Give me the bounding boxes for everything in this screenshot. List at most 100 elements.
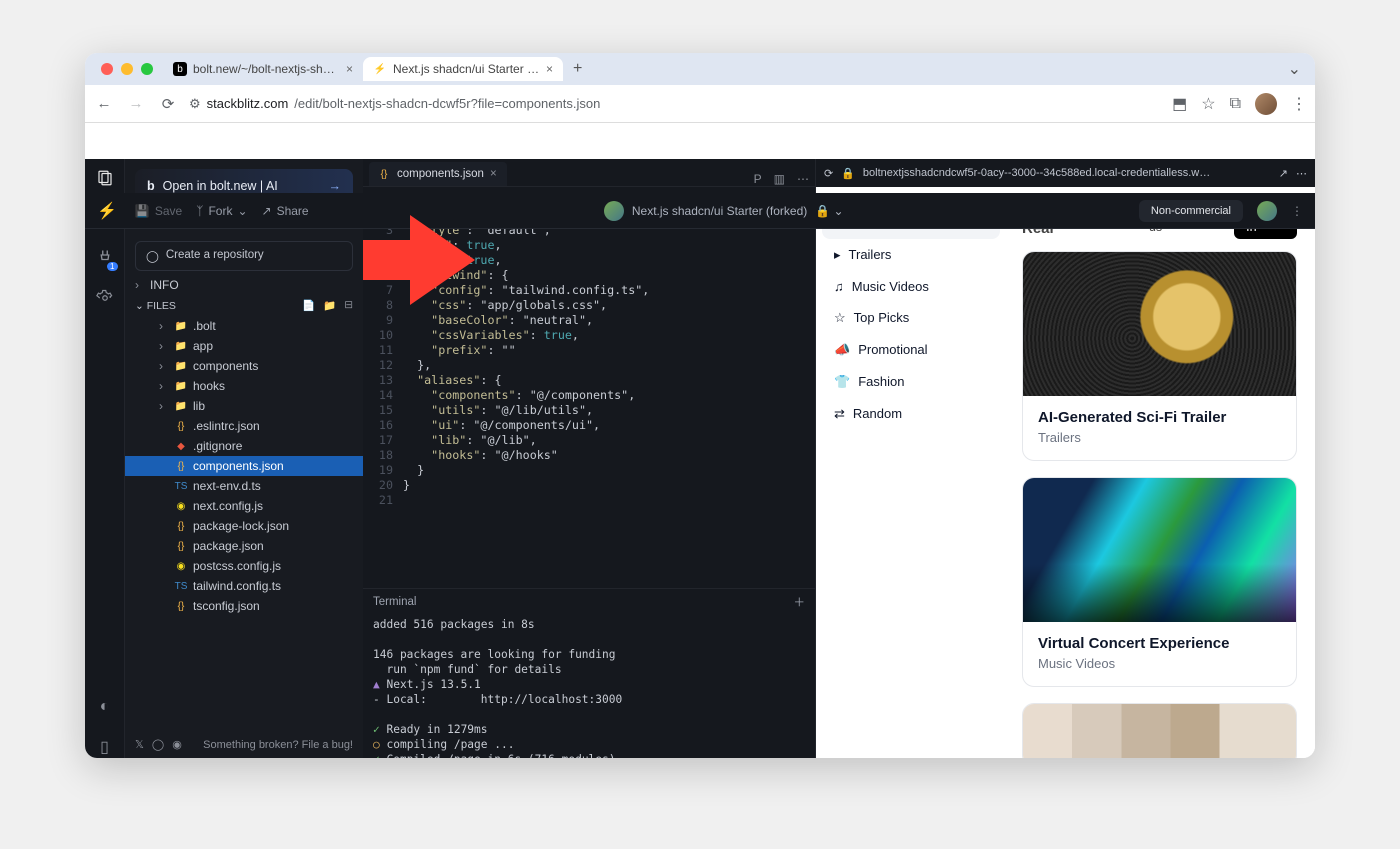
info-section-toggle[interactable]: ›INFO [125,275,363,295]
fork-button[interactable]: ᛉ Fork ⌄ [196,204,247,218]
pv-nav-music-videos[interactable]: ♫Music Videos [822,271,1000,302]
file-next-config-js[interactable]: ◉ next.config.js [125,496,363,516]
js-file-icon: ◉ [174,499,188,513]
preview-addressbar: ⟳ 🔒 boltnextjsshadcndcwf5r-0acy--3000--3… [816,159,1315,187]
file-label: components.json [193,459,284,473]
editor-more-icon[interactable]: ⋯ [791,172,815,186]
save-button[interactable]: 💾 Save [135,204,182,218]
close-editor-tab-icon[interactable]: × [490,168,497,180]
close-tab-icon[interactable]: × [546,62,553,76]
close-window-icon[interactable] [101,63,113,75]
tab-label: Next.js shadcn/ui Starter (for [393,62,540,76]
create-repo-button[interactable]: ◯ Create a repository [135,241,353,271]
github-icon[interactable]: ◯ [152,738,164,751]
explorer-activity-icon[interactable] [94,167,116,189]
url-path: /edit/bolt-nextjs-shadcn-dcwf5r?file=com… [294,96,600,111]
share-button[interactable]: ↗ Share [262,204,309,218]
file-label: next-env.d.ts [193,479,261,493]
folder-lib[interactable]: ›📁lib [125,396,363,416]
card-title: Virtual Concert Experience [1038,635,1281,652]
visibility-lock-icon[interactable]: 🔒 ⌄ [815,204,843,218]
terminal-title[interactable]: Terminal [373,596,416,608]
pv-nav-trailers[interactable]: ▸Trailers [822,239,1000,271]
video-card[interactable]: AI-Generated Sci-Fi TrailerTrailers [1022,251,1297,461]
new-folder-icon[interactable]: 📁 [323,299,336,312]
address-bar[interactable]: ⚙ stackblitz.com/edit/bolt-nextjs-shadcn… [189,96,1162,112]
pv-nav-random[interactable]: ⇄Random [822,398,1000,430]
nav-item-icon: ▸ [834,247,841,263]
card-category: Trailers [1038,430,1281,445]
explorer-panel: bOpen in bolt.new | AI → PROJECT ☁ ◯ Cre… [125,159,363,758]
collapse-all-icon[interactable]: ⊟ [344,299,353,312]
pv-nav-fashion[interactable]: 👕Fashion [822,366,1000,398]
file-tailwind-config-ts[interactable]: TStailwind.config.ts [125,576,363,596]
theme-toggle-icon[interactable]: ◐ [94,696,116,718]
code-editor[interactable]: 123456789101112131415161718192021 { "$sc… [363,187,815,588]
extensions-icon[interactable]: ⧉ [1230,95,1241,113]
profile-avatar[interactable] [1255,93,1277,115]
pv-nav-top-picks[interactable]: ☆Top Picks [822,302,1000,334]
new-terminal-icon[interactable]: ＋ [794,594,806,610]
browser-tab-stackblitz[interactable]: ⚡ Next.js shadcn/ui Starter (for × [363,57,563,81]
preview-more-icon[interactable]: ⋯ [1296,167,1307,180]
discord-icon[interactable]: ◉ [172,738,182,751]
files-section-header[interactable]: ⌄ FILES 📄 📁 ⊟ [125,295,363,316]
twitter-icon[interactable]: 𝕏 [135,738,144,751]
owner-avatar[interactable] [604,201,624,221]
url-host: stackblitz.com [207,96,289,111]
ts-file-icon: TS [174,479,188,493]
activity-bar: 1 ◐ ▯ [85,159,125,758]
reload-button[interactable]: ⟳ [157,95,179,113]
project-name[interactable]: Next.js shadcn/ui Starter (forked) [632,204,807,218]
maximize-window-icon[interactable] [141,63,153,75]
folder-.bolt[interactable]: ›📁.bolt [125,316,363,336]
tabs-overflow-icon[interactable]: ⌄ [1280,59,1309,79]
split-editor-icon[interactable]: ▥ [768,172,791,186]
file-components-json[interactable]: {}components.json [125,456,363,476]
folder-app[interactable]: ›📁app [125,336,363,356]
bookmark-icon[interactable]: ☆ [1201,94,1215,114]
back-button[interactable]: ← [93,95,115,112]
ports-activity-icon[interactable]: 1 [94,247,116,269]
site-settings-icon[interactable]: ⚙ [189,96,201,112]
install-app-icon[interactable]: ⬒ [1172,94,1187,114]
nav-item-icon: ⇄ [834,406,845,422]
terminal-output[interactable]: added 516 packages in 8s 146 packages ar… [363,615,815,758]
window-controls[interactable] [101,63,153,75]
file-tsconfig-json[interactable]: {}tsconfig.json [125,596,363,616]
file-package-json[interactable]: {}package.json [125,536,363,556]
prettier-icon[interactable]: P [748,172,768,186]
minimize-window-icon[interactable] [121,63,133,75]
forward-button[interactable]: → [125,95,147,112]
file-label: next.config.js [193,499,263,513]
new-tab-button[interactable]: + [567,60,588,78]
close-tab-icon[interactable]: × [346,62,353,76]
browser-window: b bolt.new/~/bolt-nextjs-shadc × ⚡ Next.… [85,53,1315,758]
editor-tab-components-json[interactable]: {} components.json × [369,162,507,186]
user-avatar[interactable] [1257,201,1277,221]
settings-activity-icon[interactable] [94,287,116,309]
file-postcss-config-js[interactable]: ◉postcss.config.js [125,556,363,576]
new-file-icon[interactable]: 📄 [302,299,315,312]
open-external-icon[interactable]: ↗ [1279,167,1288,180]
layout-toggle-icon[interactable]: ▯ [94,736,116,758]
video-card[interactable]: Virtual Concert ExperienceMusic Videos [1022,477,1297,687]
preview-reload-icon[interactable]: ⟳ [824,167,833,180]
browser-menu-icon[interactable]: ⋮ [1291,94,1307,114]
video-card[interactable] [1022,703,1297,758]
file-next-env-d-ts[interactable]: TS next-env.d.ts [125,476,363,496]
file--gitignore[interactable]: ◆.gitignore [125,436,363,456]
browser-toolbar: ← → ⟳ ⚙ stackblitz.com/edit/bolt-nextjs-… [85,85,1315,123]
json-file-icon: {} [174,519,188,533]
browser-tab-bolt[interactable]: b bolt.new/~/bolt-nextjs-shadc × [163,57,363,81]
pv-nav-promotional[interactable]: 📣Promotional [822,334,1000,366]
file-bug-link[interactable]: Something broken? File a bug! [203,739,353,751]
stackblitz-logo-icon[interactable]: ⚡ [97,201,117,221]
file--eslintrc-json[interactable]: {}.eslintrc.json [125,416,363,436]
folder-hooks[interactable]: ›📁hooks [125,376,363,396]
file-package-lock-json[interactable]: {}package-lock.json [125,516,363,536]
preview-main: Not Real Pricing Work with us Sign In AI… [1006,187,1315,758]
ide-menu-icon[interactable]: ⋮ [1291,204,1303,218]
folder-components[interactable]: ›📁components [125,356,363,376]
preview-url[interactable]: boltnextjsshadcndcwf5r-0acy--3000--34c58… [863,167,1271,179]
